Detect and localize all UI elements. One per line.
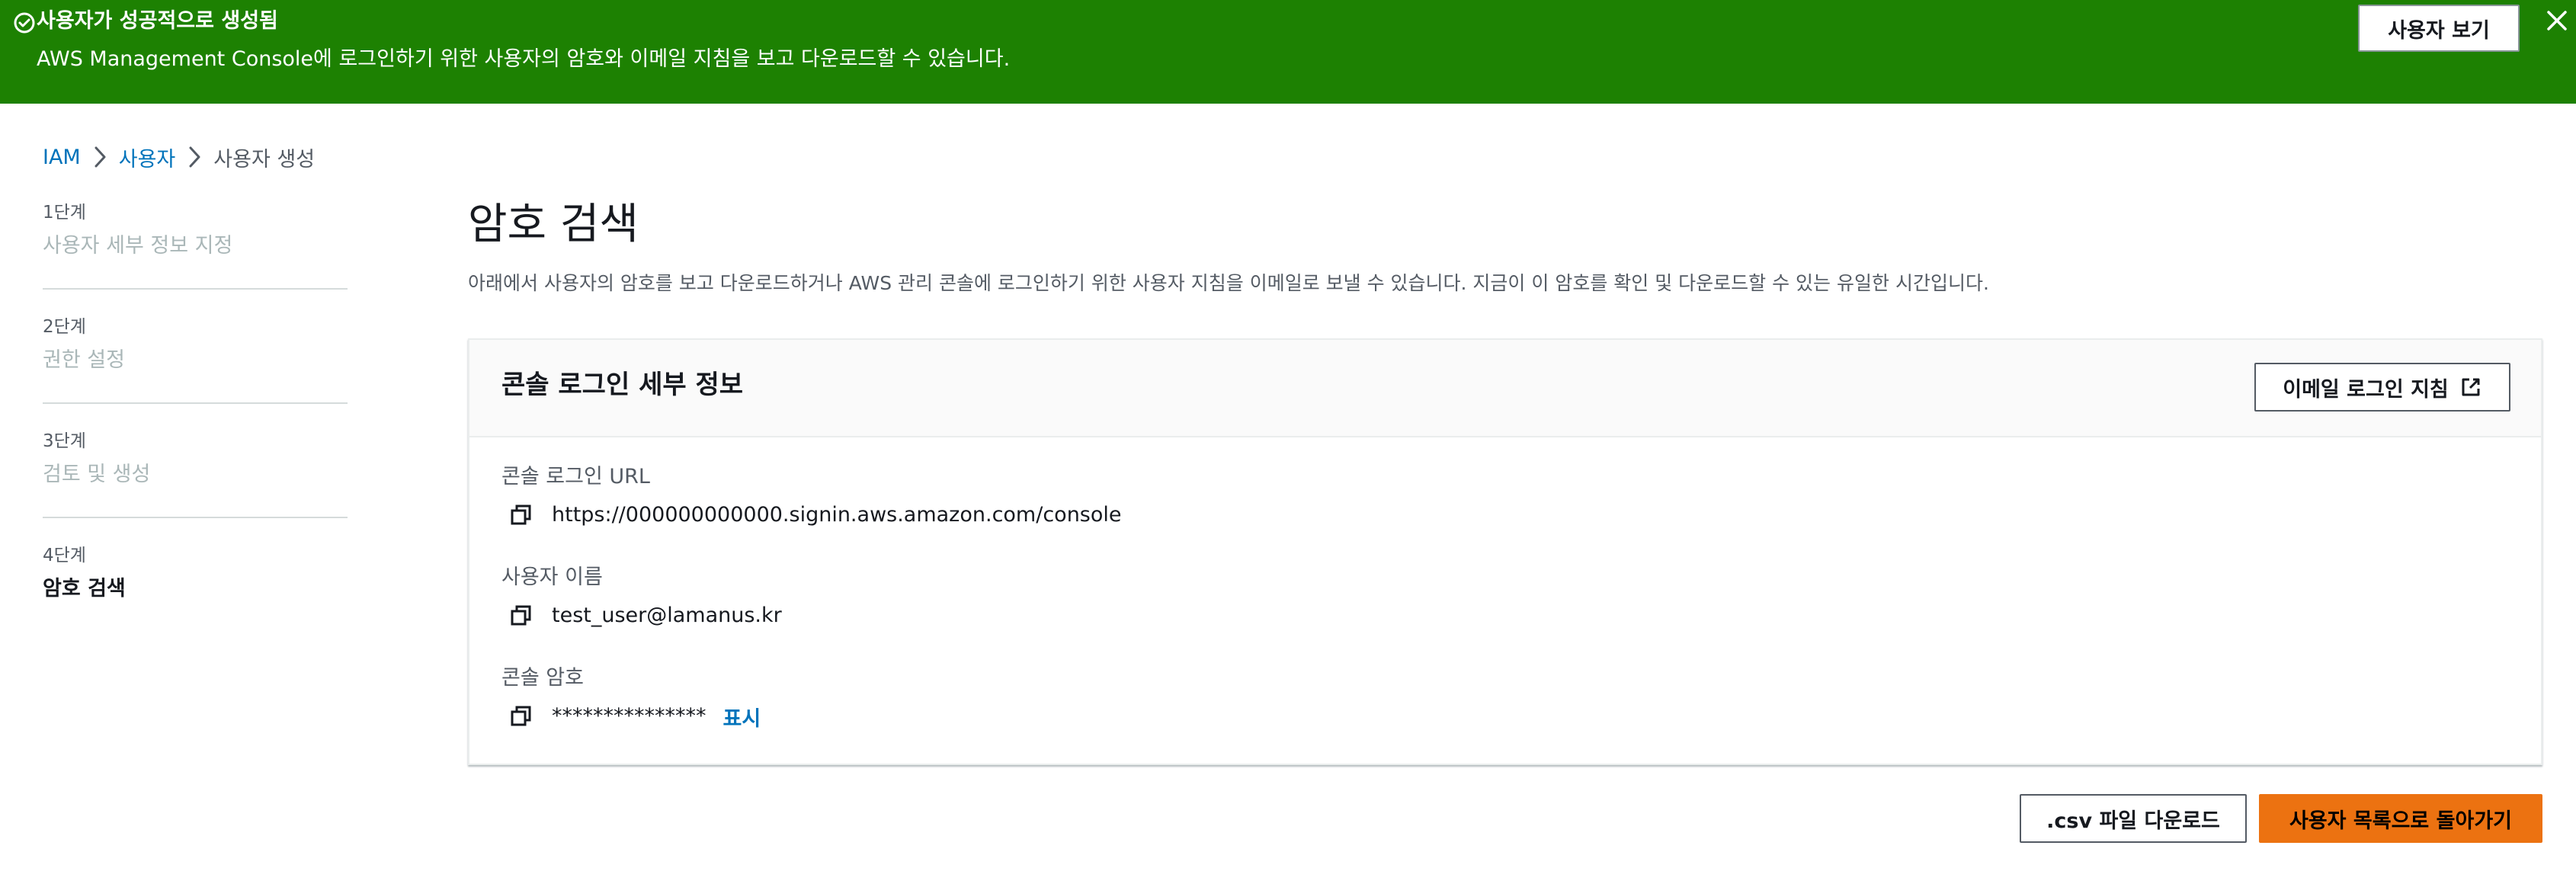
success-flash-banner: 사용자가 성공적으로 생성됨 AWS Management Console에 로… [0,0,2576,104]
breadcrumb: IAM 사용자 사용자 생성 [43,140,315,174]
step-number: 3단계 [43,431,86,451]
step-divider [43,517,348,518]
password-row: *************** 표시 [508,701,761,732]
chevron-right-icon [175,142,213,172]
step-number: 2단계 [43,317,86,337]
chevron-right-icon [81,142,119,172]
email-login-instructions-button[interactable]: 이메일 로그인 지침 [2254,363,2510,412]
wizard-steps: 1단계 사용자 세부 정보 지정 2단계 권한 설정 3단계 검토 및 생성 4… [43,200,348,657]
copy-icon[interactable] [508,501,535,529]
email-button-label: 이메일 로그인 지침 [2283,377,2449,402]
page-title: 암호 검색 [468,200,639,249]
console-url-value: https://000000000000.signin.aws.amazon.c… [552,503,1122,527]
wizard-step-2: 2단계 권한 설정 [43,314,348,428]
breadcrumb-current: 사용자 생성 [213,147,316,171]
console-url-row: https://000000000000.signin.aws.amazon.c… [508,500,1122,530]
breadcrumb-users-link[interactable]: 사용자 [119,143,176,172]
breadcrumb-iam-link[interactable]: IAM [43,146,81,169]
external-link-icon [2462,378,2480,396]
step-number: 1단계 [43,203,86,223]
flash-description: AWS Management Console에 로그인하기 위한 사용자의 암호… [37,47,1011,71]
step-name: 검토 및 생성 [43,463,151,486]
step-number: 4단계 [43,546,86,565]
console-url-label: 콘솔 로그인 URL [501,465,650,488]
flash-title: 사용자가 성공적으로 생성됨 [37,9,278,33]
password-value: *************** [552,704,706,728]
download-csv-button[interactable]: .csv 파일 다운로드 [2020,794,2247,843]
password-label: 콘솔 암호 [501,666,584,690]
step-divider [43,288,348,290]
show-password-link[interactable]: 표시 [723,702,761,732]
username-value: test_user@lamanus.kr [552,604,782,627]
close-icon[interactable] [2544,8,2570,34]
panel-header: 콘솔 로그인 세부 정보 이메일 로그인 지침 [469,340,2541,437]
step-name: 사용자 세부 정보 지정 [43,234,233,258]
success-check-icon [14,12,35,34]
copy-icon[interactable] [508,602,535,629]
return-to-users-button[interactable]: 사용자 목록으로 돌아가기 [2259,794,2542,843]
wizard-step-4: 4단계 암호 검색 [43,543,348,657]
wizard-step-3: 3단계 검토 및 생성 [43,428,348,543]
wizard-step-1: 1단계 사용자 세부 정보 지정 [43,200,348,314]
username-label: 사용자 이름 [501,565,603,589]
view-user-button[interactable]: 사용자 보기 [2358,5,2520,52]
step-name-active: 암호 검색 [43,577,126,601]
copy-icon[interactable] [508,703,535,730]
panel-title: 콘솔 로그인 세부 정보 [501,370,744,400]
step-name: 권한 설정 [43,348,125,372]
step-divider [43,402,348,404]
page-description: 아래에서 사용자의 암호를 보고 다운로드하거나 AWS 관리 콘솔에 로그인하… [468,272,1989,294]
username-row: test_user@lamanus.kr [508,601,782,631]
console-login-details-panel: 콘솔 로그인 세부 정보 이메일 로그인 지침 콘솔 로그인 URL https… [468,338,2542,765]
